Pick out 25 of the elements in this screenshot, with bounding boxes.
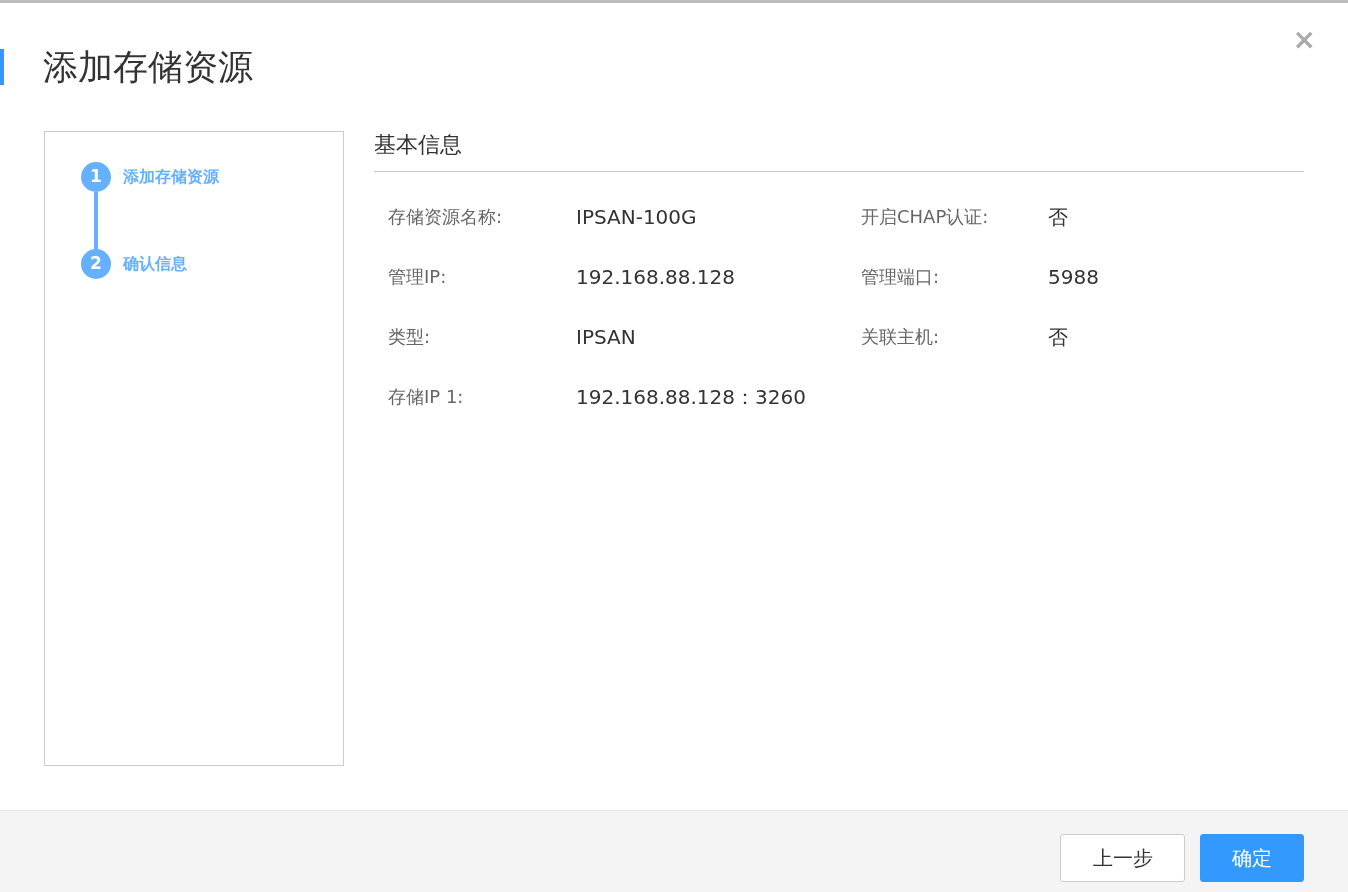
step-number: 1 xyxy=(81,162,111,192)
field-value: IPSAN xyxy=(576,324,637,350)
section-title: 基本信息 xyxy=(374,131,1304,172)
field-value: 否 xyxy=(1048,324,1069,350)
field-value: 192.168.88.128 xyxy=(576,264,737,290)
field-label: 存储资源名称: xyxy=(388,205,504,229)
step-number: 2 xyxy=(81,249,111,279)
confirm-button[interactable]: 确定 xyxy=(1200,834,1304,882)
step-connector xyxy=(94,192,98,249)
back-button[interactable]: 上一步 xyxy=(1060,834,1185,882)
field-label: 管理端口: xyxy=(861,265,941,289)
field-label: 管理IP: xyxy=(388,265,448,289)
field-label: 关联主机: xyxy=(861,325,941,349)
close-button[interactable]: × xyxy=(1292,26,1316,54)
step-label: 添加存储资源 xyxy=(123,166,219,188)
field-label: 类型: xyxy=(388,325,432,349)
field-value: 否 xyxy=(1048,204,1069,230)
field-value: 192.168.88.128：3260 xyxy=(576,384,807,410)
field-value: IPSAN-100G xyxy=(576,204,698,230)
title-accent-bar xyxy=(0,49,4,85)
dialog-title: 添加存储资源 xyxy=(43,49,253,85)
field-label: 开启CHAP认证: xyxy=(861,205,990,229)
field-value: 5988 xyxy=(1048,264,1100,290)
step-label: 确认信息 xyxy=(123,253,187,275)
field-label: 存储IP 1: xyxy=(388,385,465,409)
